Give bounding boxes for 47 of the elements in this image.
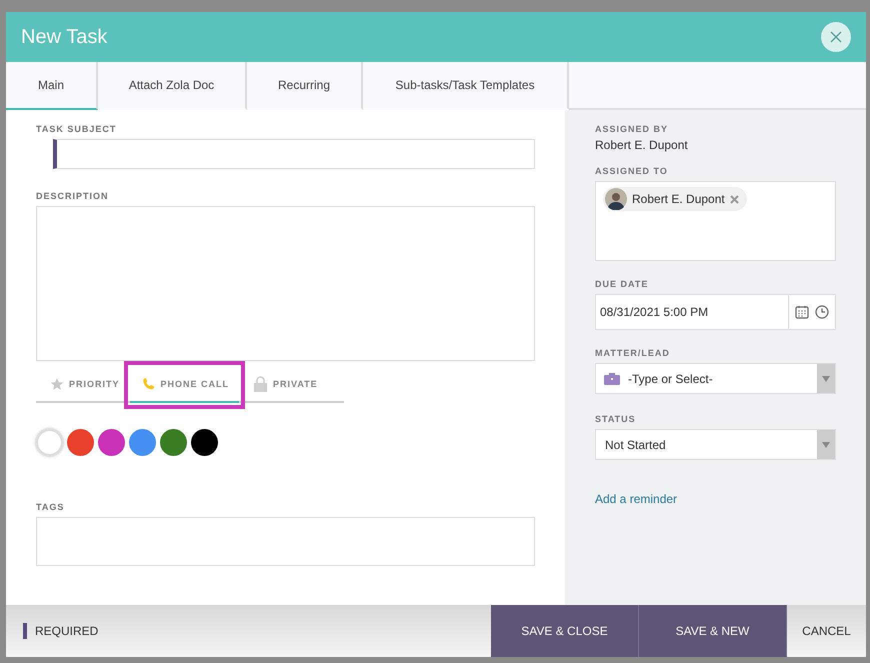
caret-icon — [822, 442, 830, 448]
briefcase-icon — [604, 372, 620, 384]
caret-icon — [822, 376, 830, 382]
field-label: ASSIGNED TO — [595, 166, 669, 176]
matter-select[interactable]: -Type or Select- — [595, 363, 836, 394]
field-label: TAGS — [36, 502, 66, 512]
field-label: DESCRIPTION — [36, 191, 110, 201]
close-button[interactable] — [821, 22, 851, 52]
person-name: Robert E. Dupont — [632, 192, 725, 206]
field-label: ASSIGNED BY — [595, 124, 670, 134]
color-swatch[interactable] — [160, 429, 187, 456]
tab[interactable]: Sub-tasks/Task Templates — [363, 62, 569, 110]
calendar-icon[interactable] — [795, 305, 809, 319]
save-button[interactable]: SAVE & CLOSE — [491, 605, 639, 657]
field-label: MATTER/LEAD — [595, 348, 671, 358]
avatar-icon — [605, 188, 627, 210]
lock-icon — [253, 376, 268, 392]
save-button[interactable]: SAVE & NEW — [639, 605, 787, 657]
close-icon — [830, 31, 842, 43]
clock-icon[interactable] — [815, 305, 829, 319]
tab[interactable]: Recurring — [247, 62, 363, 110]
color-swatch[interactable] — [98, 429, 125, 456]
task-type-tab[interactable]: PRIORITY — [36, 367, 130, 403]
field-label: TASK SUBJECT — [36, 124, 118, 134]
assigned-to-field[interactable]: Robert E. Dupont — [595, 181, 836, 261]
task-type-tab[interactable]: PRIVATE — [239, 367, 328, 403]
phone-icon — [142, 377, 156, 391]
description-field[interactable] — [36, 206, 535, 361]
color-swatch[interactable] — [191, 429, 218, 456]
required-legend: REQUIRED — [23, 623, 98, 639]
remove-icon[interactable] — [730, 194, 739, 204]
star-icon — [50, 377, 64, 391]
status-select[interactable]: Not Started — [595, 429, 836, 460]
tab[interactable]: Main — [6, 62, 98, 110]
assigned-by-value: Robert E. Dupont — [595, 138, 689, 152]
field-label: DUE DATE — [595, 279, 650, 289]
field-label: STATUS — [595, 414, 637, 424]
window-title: New Task — [21, 26, 108, 48]
subject-field[interactable] — [53, 139, 535, 169]
color-swatch[interactable] — [36, 429, 63, 456]
cancel-button[interactable]: CANCEL — [787, 605, 866, 657]
tags-field[interactable] — [36, 517, 535, 566]
color-swatch[interactable] — [67, 429, 94, 456]
add-reminder-link[interactable]: Add a reminder — [595, 492, 678, 506]
color-swatch[interactable] — [129, 429, 156, 456]
tab[interactable]: Attach Zola Doc — [98, 62, 247, 110]
task-type-tab[interactable]: PHONE CALL — [130, 367, 240, 403]
